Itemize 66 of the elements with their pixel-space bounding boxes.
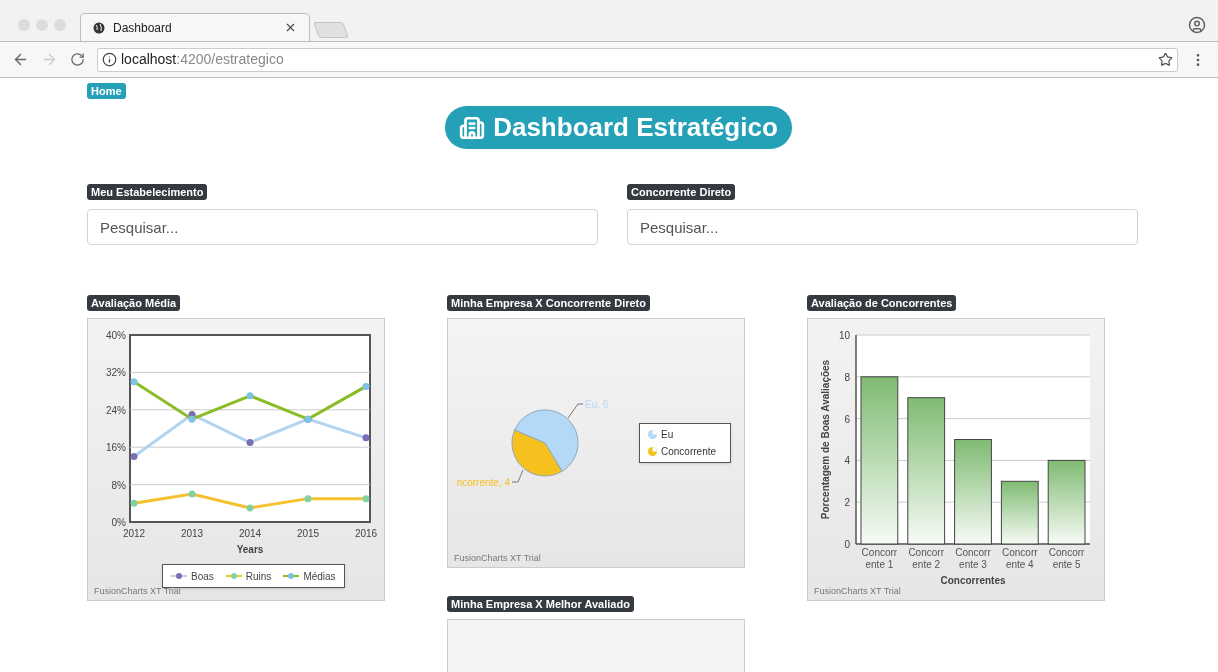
x-tick-label: 2014 xyxy=(238,528,262,539)
chart-footer: FusionCharts XT Trial xyxy=(814,584,901,598)
tab-title: Dashboard xyxy=(113,19,173,37)
address-bar[interactable]: localhost:4200/estrategico xyxy=(97,47,1178,72)
data-label: ncorrente, 4 xyxy=(456,477,510,488)
pie-slice xyxy=(511,429,563,477)
y-axis-title: Porcentagem de Boas Avaliações xyxy=(820,359,831,520)
y-tick-label: 0 xyxy=(844,539,850,550)
y-tick-label: 8 xyxy=(844,371,850,383)
section-label: Meu Estabelecimento xyxy=(87,184,208,200)
x-axis-title: Years xyxy=(236,544,264,555)
y-tick-label: 0% xyxy=(111,517,126,528)
legend-label: Ruins xyxy=(245,569,272,584)
y-tick-label: 6 xyxy=(844,413,850,425)
bar xyxy=(1000,480,1039,545)
x-tick-label: Concorrente 1 xyxy=(860,547,899,571)
search-field[interactable]: Pesquisar... xyxy=(627,209,1138,245)
y-tick-label: 32% xyxy=(106,367,126,379)
browser-tab[interactable]: Dashboard xyxy=(80,13,310,41)
y-tick-label: 8% xyxy=(111,479,126,491)
y-tick-label: 10 xyxy=(838,330,850,341)
x-tick-label: 2016 xyxy=(354,528,378,539)
x-tick-label: 2013 xyxy=(180,528,204,539)
building-icon xyxy=(459,114,486,141)
legend-marker-icon xyxy=(283,572,300,580)
section-label: Minha Empresa X Melhor Avaliado xyxy=(447,596,634,612)
x-tick-label: 2015 xyxy=(296,528,320,539)
x-tick-label: Concorrente 3 xyxy=(954,547,992,571)
y-tick-label: 40% xyxy=(106,330,126,341)
section-label: Avaliação Média xyxy=(87,295,181,311)
chart-footer: FusionCharts XT Trial xyxy=(454,551,541,565)
legend-label: Médias xyxy=(303,569,336,584)
pie-legend-icon xyxy=(648,447,657,456)
reload-icon[interactable] xyxy=(70,52,85,67)
legend-label: Boas xyxy=(191,569,214,584)
y-tick-label: 4 xyxy=(844,455,850,467)
profile-icon[interactable] xyxy=(1188,16,1206,34)
legend-marker-icon xyxy=(171,572,187,580)
globe-icon xyxy=(93,21,105,34)
pie-slice xyxy=(514,409,579,472)
y-tick-label: 16% xyxy=(106,442,126,454)
legend-marker-icon xyxy=(225,572,242,580)
x-tick-label: 2012 xyxy=(122,528,146,539)
leader-line xyxy=(511,469,524,483)
info-icon xyxy=(102,52,117,67)
chart-footer: FusionCharts XT Trial xyxy=(94,584,181,598)
legend-label: Concorrente xyxy=(661,445,717,459)
x-tick-label: Concorrente 4 xyxy=(1001,547,1039,571)
back-icon[interactable] xyxy=(12,51,29,68)
section-label: Concorrente Direto xyxy=(627,184,736,200)
y-tick-label: 2 xyxy=(844,497,850,509)
legend-label: Eu xyxy=(661,428,674,442)
x-tick-label: Concorrente 5 xyxy=(1047,547,1086,571)
y-tick-label: 24% xyxy=(106,404,126,416)
search-field[interactable]: Pesquisar... xyxy=(87,209,598,245)
leader-line xyxy=(567,403,584,419)
section-label: Minha Empresa X Concorrente Direto xyxy=(447,295,650,311)
url-host: localhost xyxy=(121,50,177,69)
url-path: :4200/estrategico xyxy=(176,50,284,69)
x-tick-label: Concorrente 2 xyxy=(907,547,945,571)
pie-legend-icon xyxy=(648,430,657,439)
section-label: Avaliação de Concorrentes xyxy=(807,295,957,311)
page-title-text: Dashboard Estratégico xyxy=(493,111,778,144)
bookmark-star-icon[interactable] xyxy=(1158,52,1173,67)
x-axis-title: Concorrentes xyxy=(940,575,1006,586)
close-icon[interactable] xyxy=(284,21,297,34)
